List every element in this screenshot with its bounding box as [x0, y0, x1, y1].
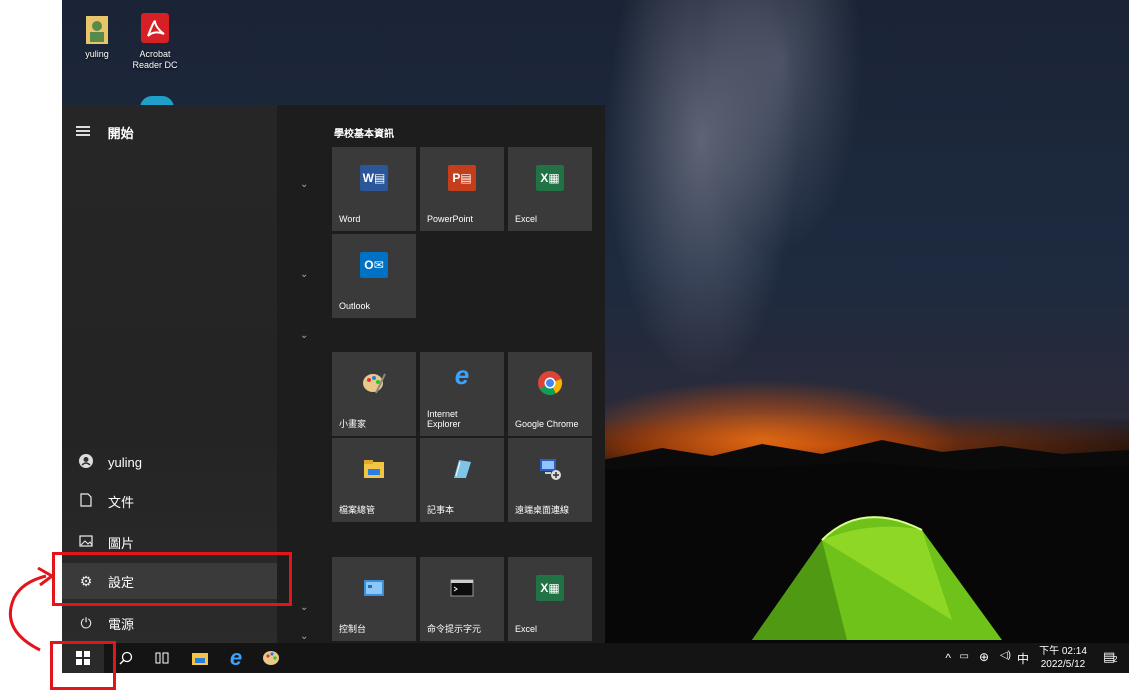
user-avatar-icon — [78, 453, 94, 471]
excel-icon: X▦ — [536, 575, 564, 601]
tile-label: Excel — [515, 214, 538, 224]
tile-label: 記事本 — [427, 505, 455, 515]
paint-icon — [360, 370, 388, 396]
excel-icon: X▦ — [536, 165, 564, 191]
chevron-down-icon[interactable]: ⌄ — [300, 631, 308, 642]
clock-time: 下午 02:14 — [1039, 646, 1087, 657]
file-explorer-icon — [360, 456, 388, 482]
start-header[interactable]: 開始 — [76, 123, 134, 142]
tile-notepad[interactable]: 記事本 — [420, 438, 504, 522]
tile-label: Excel — [515, 624, 538, 634]
chevron-down-icon[interactable]: ⌄ — [300, 179, 308, 190]
tile-label: Google Chrome — [515, 419, 579, 429]
tile-label: 小畫家 — [339, 419, 367, 429]
tile-word[interactable]: W▤ Word — [332, 147, 416, 231]
chevron-up-icon[interactable]: ^ — [945, 651, 951, 665]
notepad-icon — [448, 456, 476, 482]
outlook-icon: O✉ — [360, 252, 388, 278]
tile-remote-desktop[interactable]: 遠端桌面連線 — [508, 438, 592, 522]
desktop-icon-yuling[interactable]: yuling — [67, 12, 127, 60]
acrobat-icon — [138, 12, 172, 46]
search-icon — [119, 651, 133, 665]
nav-item-power[interactable]: ⏻ 電源 — [62, 605, 277, 641]
tent-illustration — [752, 516, 1002, 640]
tile-label: Internet Explorer — [427, 409, 461, 429]
desktop-icon-label: Acrobat Reader DC — [132, 49, 178, 70]
nav-item-label: 圖片 — [108, 535, 135, 551]
nav-item-user[interactable]: yuling — [62, 444, 277, 480]
tile-file-explorer[interactable]: 檔案總管 — [332, 438, 416, 522]
task-view-icon — [155, 652, 169, 664]
chevron-down-icon[interactable]: ⌄ — [300, 330, 308, 341]
nav-item-label: 電源 — [108, 616, 135, 632]
hamburger-icon[interactable] — [76, 124, 90, 138]
picture-icon — [78, 534, 94, 550]
tile-label: 檔案總管 — [339, 505, 376, 515]
tile-internet-explorer[interactable]: e Internet Explorer — [420, 352, 504, 436]
ime-indicator[interactable]: 中 — [1017, 650, 1029, 667]
tile-label: Outlook — [339, 301, 371, 311]
nav-item-documents[interactable]: 文件 — [62, 483, 277, 519]
control-panel-icon — [360, 575, 388, 601]
tile-label: 控制台 — [339, 624, 367, 634]
tile-paint[interactable]: 小畫家 — [332, 352, 416, 436]
desktop-icon-label: yuling — [85, 49, 109, 59]
paint-icon — [263, 651, 279, 665]
remote-desktop-icon — [536, 456, 564, 482]
taskbar-file-explorer[interactable] — [184, 643, 216, 673]
chevron-down-icon[interactable]: ⌄ — [300, 602, 308, 613]
nav-item-label: yuling — [108, 454, 142, 470]
tile-label: Word — [339, 214, 361, 224]
chevron-down-icon[interactable]: ⌄ — [300, 269, 308, 280]
tile-label: PowerPoint — [427, 214, 474, 224]
tile-excel-2[interactable]: X▦ Excel — [508, 557, 592, 641]
clock[interactable]: 下午 02:14 2022/5/12 — [1035, 645, 1091, 671]
taskbar: e ^ ▭ ⊕ ◁) 中 下午 02:14 2022/5/12 ▤ 2 — [62, 643, 1129, 673]
tile-excel[interactable]: X▦ Excel — [508, 147, 592, 231]
tile-label: 命令提示字元 — [427, 624, 482, 634]
globe-icon[interactable]: ⊕ — [979, 650, 989, 664]
tile-powerpoint[interactable]: P▤ PowerPoint — [420, 147, 504, 231]
notification-center[interactable]: ▤ 2 — [1103, 649, 1123, 667]
document-icon — [78, 492, 94, 510]
tile-google-chrome[interactable]: Google Chrome — [508, 352, 592, 436]
ie-icon: e — [229, 645, 243, 670]
chrome-icon — [536, 370, 564, 396]
powerpoint-icon: P▤ — [448, 165, 476, 191]
ie-icon: e — [454, 359, 470, 390]
cmd-icon — [448, 575, 476, 601]
tile-label: 遠端桌面連線 — [515, 505, 570, 515]
tile-group-title: 學校基本資訊 — [334, 129, 394, 140]
user-folder-icon — [80, 12, 114, 46]
highlight-settings — [52, 552, 292, 606]
power-icon: ⏻ — [80, 614, 92, 631]
taskbar-paint[interactable] — [256, 643, 288, 673]
tiles-area: 學校基本資訊 ⌄ ⌄ ⌄ ⌄ ⌄ W▤ Word P▤ PowerPoint X… — [277, 105, 605, 643]
file-explorer-icon — [192, 653, 208, 665]
notification-count: 2 — [1113, 655, 1118, 664]
annotation-arrow — [8, 566, 55, 652]
tile-command-prompt[interactable]: 命令提示字元 — [420, 557, 504, 641]
task-view-button[interactable] — [146, 643, 178, 673]
tile-control-panel[interactable]: 控制台 — [332, 557, 416, 641]
speaker-icon[interactable]: ◁) — [1000, 650, 1011, 661]
tile-outlook[interactable]: O✉ Outlook — [332, 234, 416, 318]
clock-date: 2022/5/12 — [1040, 659, 1086, 670]
word-icon: W▤ — [360, 165, 388, 191]
network-icon[interactable]: ▭ — [960, 651, 969, 662]
desktop-icon-acrobat[interactable]: Acrobat Reader DC — [125, 12, 185, 71]
start-title: 開始 — [107, 126, 134, 141]
nav-item-label: 文件 — [108, 494, 135, 510]
taskbar-internet-explorer[interactable]: e — [220, 643, 252, 673]
